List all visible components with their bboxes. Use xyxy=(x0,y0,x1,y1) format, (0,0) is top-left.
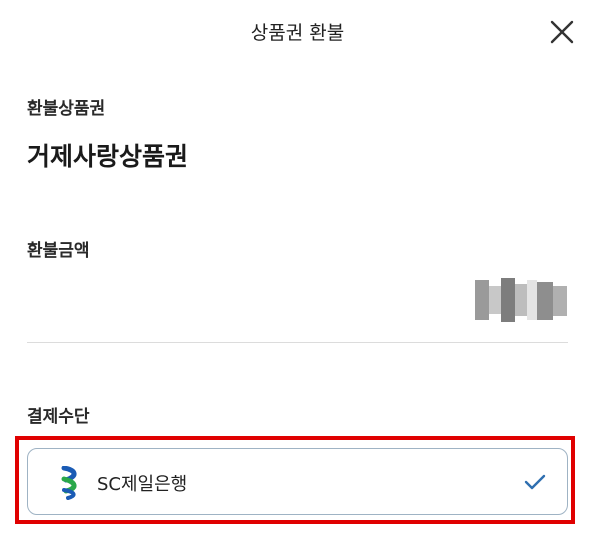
voucher-label: 환불상품권 xyxy=(27,99,106,119)
sc-bank-logo-icon xyxy=(58,465,82,500)
amount-value-masked xyxy=(475,276,567,326)
bank-name: SC제일은행 xyxy=(97,474,188,495)
payment-option-sc-bank[interactable]: SC제일은행 xyxy=(27,448,568,515)
modal-header: 상품권 환불 xyxy=(0,0,595,64)
close-icon xyxy=(550,20,574,44)
page-title: 상품권 환불 xyxy=(250,22,345,44)
payment-method-label: 결제수단 xyxy=(27,407,90,427)
voucher-name: 거제사랑상품권 xyxy=(27,142,189,171)
close-button[interactable] xyxy=(546,16,578,48)
section-divider xyxy=(27,342,568,343)
amount-label: 환불금액 xyxy=(27,241,90,261)
check-icon xyxy=(523,471,547,493)
